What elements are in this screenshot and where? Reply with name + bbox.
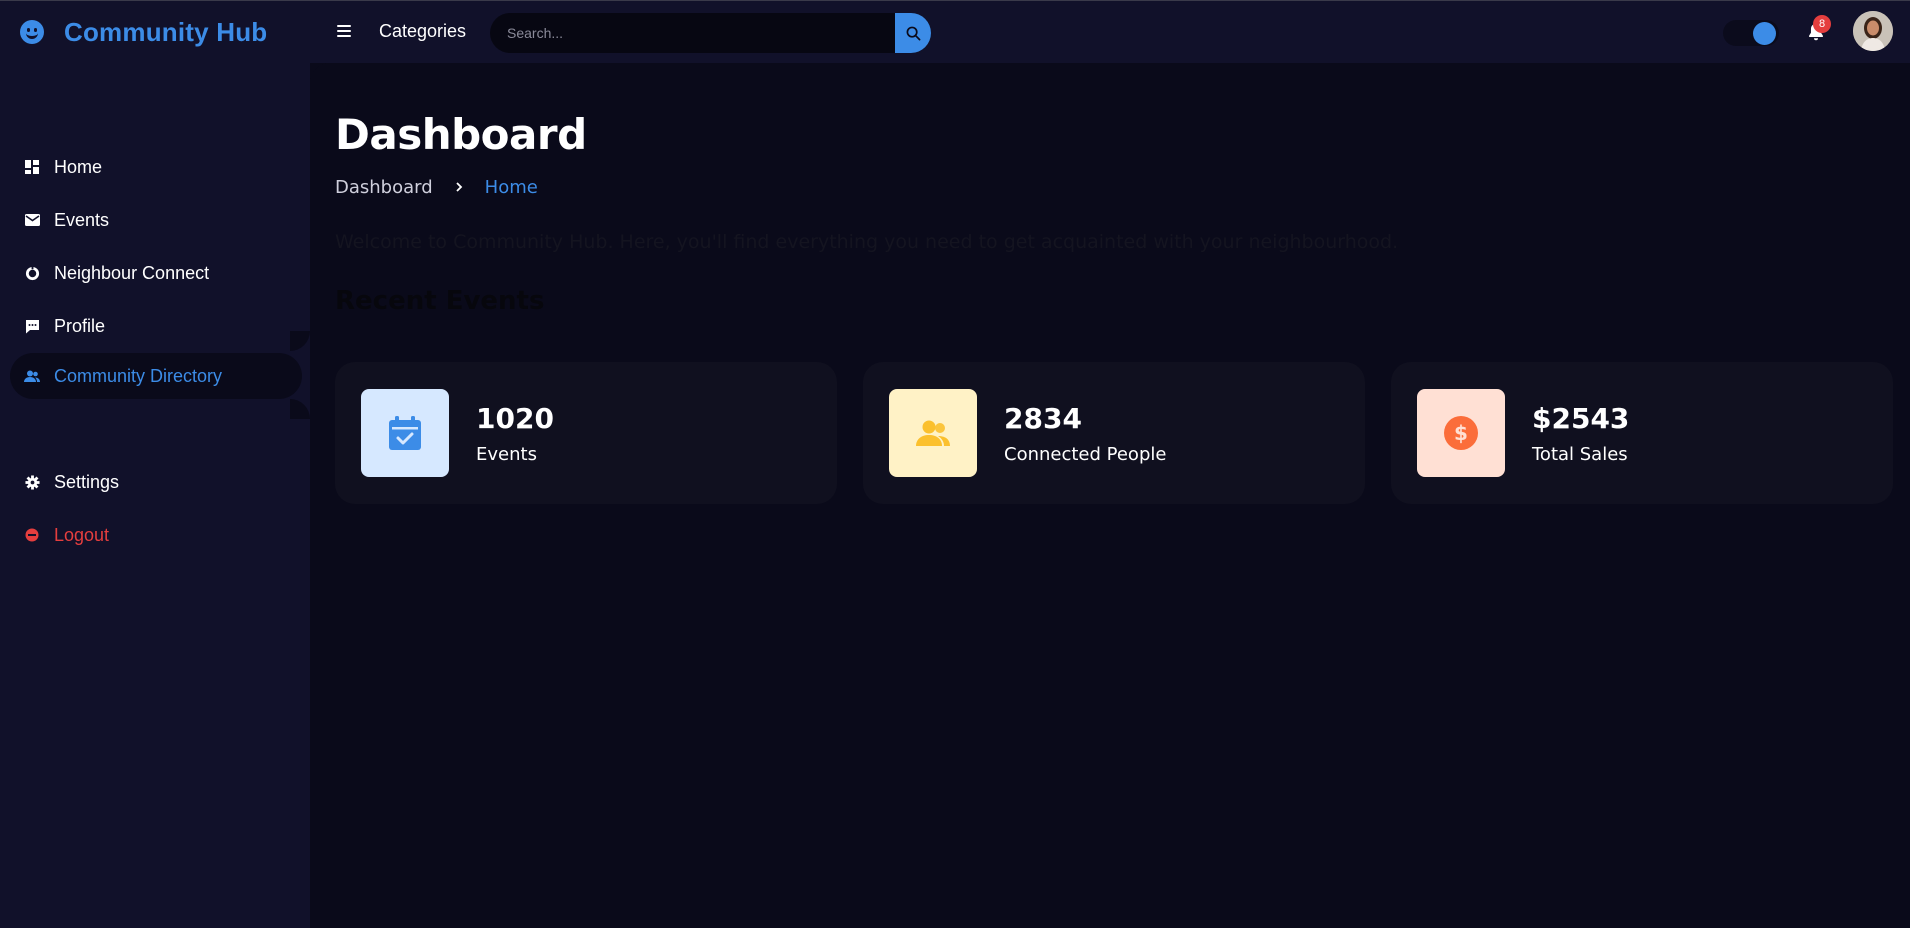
smiley-icon — [20, 20, 44, 44]
chevron-right-icon — [455, 180, 463, 196]
categories-link[interactable]: Categories — [379, 21, 466, 42]
envelope-icon — [24, 212, 40, 228]
theme-toggle[interactable] — [1723, 20, 1779, 46]
sidebar-item-community-directory[interactable]: Community Directory — [10, 353, 302, 399]
search-input[interactable] — [490, 13, 895, 53]
stat-value: $2543 — [1532, 402, 1630, 435]
sidebar-item-home[interactable]: Home — [10, 144, 302, 190]
main-content: Dashboard Dashboard Home Welcome to Comm… — [310, 63, 1910, 928]
sidebar-item-label: Neighbour Connect — [54, 262, 210, 283]
logout-icon — [24, 527, 40, 543]
sidebar-item-logout[interactable]: Logout — [10, 512, 302, 558]
breadcrumb-dashboard[interactable]: Dashboard — [335, 177, 433, 198]
donut-chart-icon — [24, 265, 40, 281]
sidebar-item-neighbour-connect[interactable]: Neighbour Connect — [10, 250, 302, 296]
stat-card-events: 1020 Events — [335, 362, 837, 504]
sidebar-item-label: Logout — [54, 524, 110, 545]
notification-badge: 8 — [1813, 15, 1831, 33]
sidebar-item-label: Profile — [54, 315, 106, 336]
sidebar-item-label: Home — [54, 156, 103, 177]
sidebar-item-events[interactable]: Events — [10, 197, 302, 243]
people-icon — [24, 368, 40, 384]
stat-label: Total Sales — [1532, 444, 1628, 465]
search-bar — [490, 13, 931, 53]
sidebar-item-profile[interactable]: Profile — [10, 303, 302, 349]
welcome-text: Welcome to Community Hub. Here, you'll f… — [335, 231, 1399, 253]
avatar[interactable] — [1853, 11, 1893, 51]
section-title: Recent Events — [335, 286, 545, 316]
stat-card-connected-people: 2834 Connected People — [863, 362, 1365, 504]
calendar-check-icon — [361, 389, 449, 477]
sidebar: Home Events Neighbour Connect Profile Co… — [0, 63, 310, 928]
stat-value: 2834 — [1004, 402, 1082, 435]
brand-title: Community Hub — [64, 16, 268, 47]
gear-icon — [24, 474, 40, 490]
stat-value: 1020 — [476, 402, 554, 435]
top-navbar: Community Hub Categories 8 — [0, 1, 1910, 63]
dollar-circle-icon: $ — [1417, 389, 1505, 477]
active-notch-bottom — [290, 399, 310, 419]
search-button[interactable] — [895, 13, 931, 53]
breadcrumb-home[interactable]: Home — [485, 177, 538, 198]
active-notch-top — [290, 331, 310, 351]
toggle-knob — [1753, 22, 1776, 45]
sidebar-item-label: Community Directory — [54, 365, 223, 386]
svg-text:$: $ — [1454, 421, 1468, 445]
brand[interactable]: Community Hub — [20, 15, 267, 49]
stat-card-total-sales: $ $2543 Total Sales — [1391, 362, 1893, 504]
hamburger-menu-icon[interactable] — [337, 25, 351, 37]
page-title: Dashboard — [335, 110, 587, 159]
avatar-image — [1853, 11, 1893, 51]
stat-label: Connected People — [1004, 444, 1167, 465]
sidebar-item-settings[interactable]: Settings — [10, 459, 302, 505]
search-icon — [906, 26, 920, 40]
sidebar-item-label: Events — [54, 209, 110, 230]
sidebar-item-label: Settings — [54, 471, 120, 492]
breadcrumb: Dashboard Home — [335, 177, 538, 198]
people-icon — [889, 389, 977, 477]
chat-bubble-icon — [24, 318, 40, 334]
dashboard-grid-icon — [24, 159, 40, 175]
stat-label: Events — [476, 444, 537, 465]
